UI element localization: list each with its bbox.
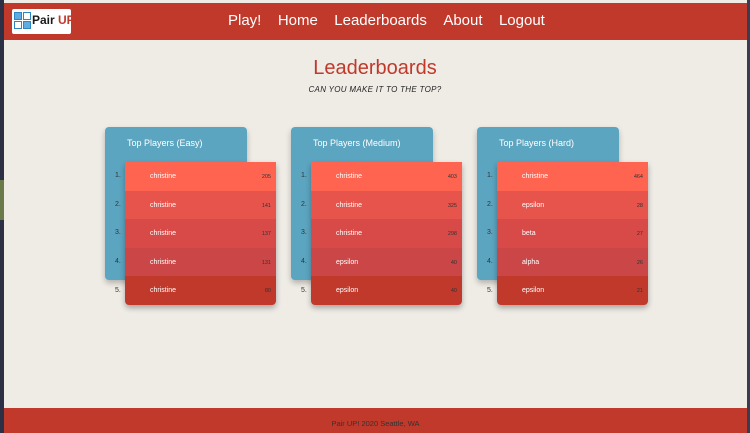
rank-label: 1.: [115, 172, 121, 179]
player-name: epsilon: [336, 287, 359, 295]
list-item: epsilon 40: [311, 276, 462, 305]
rank-label: 3.: [115, 229, 121, 236]
player-score: 40: [450, 259, 457, 266]
player-list: christine 464 epsilon 28 beta 27 alpha 26 ep…: [497, 162, 648, 305]
rank-label: 4.: [301, 258, 307, 265]
rank-label: 3.: [301, 229, 307, 236]
rank-label: 2.: [301, 201, 307, 208]
rank-label: 4.: [115, 258, 121, 265]
list-item: christine 80: [125, 276, 276, 305]
player-name: christine: [336, 201, 363, 209]
player-name: christine: [150, 230, 177, 238]
player-score: 141: [261, 202, 271, 209]
card-title: Top Players (Hard): [499, 138, 575, 148]
nav-leaderboards[interactable]: Leaderboards: [334, 12, 427, 29]
player-score: 27: [636, 231, 643, 238]
player-name: alpha: [522, 258, 540, 266]
page-subtitle: CAN YOU MAKE IT TO THE TOP?: [308, 85, 442, 94]
player-name: christine: [150, 201, 177, 209]
nav-play[interactable]: Play!: [228, 12, 261, 29]
nav-about[interactable]: About: [443, 12, 482, 29]
footer-text: Pair UP! 2020 Seattle, WA: [331, 419, 420, 428]
list-item: christine 137: [125, 219, 276, 248]
player-score: 21: [636, 288, 643, 295]
leaderboard-hard: Top Players (Hard) 1. 2. 3. 4. 5. christ…: [477, 127, 649, 307]
footer: Pair UP! 2020 Seattle, WA: [4, 408, 747, 433]
rank-label: 2.: [487, 201, 493, 208]
list-item: epsilon 21: [497, 276, 648, 305]
list-item: christine 298: [311, 219, 462, 248]
rank-label: 5.: [301, 287, 307, 294]
card-title: Top Players (Medium): [313, 138, 401, 148]
list-item: epsilon 28: [497, 190, 648, 220]
rank-label: 4.: [487, 258, 493, 265]
nav-logout[interactable]: Logout: [499, 12, 545, 29]
page-title: Leaderboards: [313, 57, 437, 79]
main-nav: Play! Home Leaderboards About Logout: [228, 12, 557, 32]
leaderboard-medium: Top Players (Medium) 1. 2. 3. 4. 5. chri…: [291, 127, 463, 307]
list-item: christine 325: [311, 190, 462, 220]
player-name: christine: [150, 258, 177, 266]
player-name: christine: [336, 230, 363, 238]
player-name: christine: [150, 287, 177, 295]
player-score: 205: [261, 174, 271, 180]
list-item: epsilon 40: [311, 247, 462, 277]
player-score: 137: [261, 231, 271, 238]
rank-label: 1.: [487, 172, 493, 179]
player-name: christine: [522, 173, 549, 180]
player-score: 325: [447, 202, 457, 209]
player-list: christine 205 christine 141 christine 137 c…: [125, 162, 276, 305]
player-name: epsilon: [336, 258, 359, 266]
player-score: 28: [636, 202, 643, 209]
player-name: epsilon: [522, 201, 545, 209]
list-item: alpha 26: [497, 247, 648, 277]
list-item: christine 464: [497, 162, 648, 191]
player-name: beta: [522, 230, 536, 238]
rank-label: 5.: [487, 287, 493, 294]
player-score: 40: [450, 288, 457, 295]
brand-name: Pair UP!: [32, 13, 79, 27]
rank-label: 3.: [487, 229, 493, 236]
player-score: 80: [264, 288, 271, 295]
player-list: christine 403 christine 325 christine 298 e…: [311, 162, 462, 305]
player-score: 403: [447, 174, 457, 180]
player-score: 298: [447, 231, 457, 238]
nav-home[interactable]: Home: [278, 12, 318, 29]
player-score: 131: [261, 259, 271, 266]
card-title: Top Players (Easy): [127, 138, 203, 148]
tiles-icon: [14, 12, 32, 31]
list-item: christine 131: [125, 247, 276, 277]
rank-label: 5.: [115, 287, 121, 294]
player-name: epsilon: [522, 287, 545, 295]
player-score: 464: [633, 174, 643, 180]
list-item: christine 205: [125, 162, 276, 191]
list-item: christine 141: [125, 190, 276, 220]
leaderboard-easy: Top Players (Easy) 1. 2. 3. 4. 5. christ…: [105, 127, 277, 307]
player-name: christine: [150, 173, 177, 180]
navbar: Pair UP! Play! Home Leaderboards About L…: [4, 3, 747, 40]
rank-label: 1.: [301, 172, 307, 179]
player-name: christine: [336, 173, 363, 180]
rank-label: 2.: [115, 201, 121, 208]
list-item: beta 27: [497, 219, 648, 248]
player-score: 26: [636, 259, 643, 266]
list-item: christine 403: [311, 162, 462, 191]
brand-logo[interactable]: Pair UP!: [12, 9, 79, 34]
